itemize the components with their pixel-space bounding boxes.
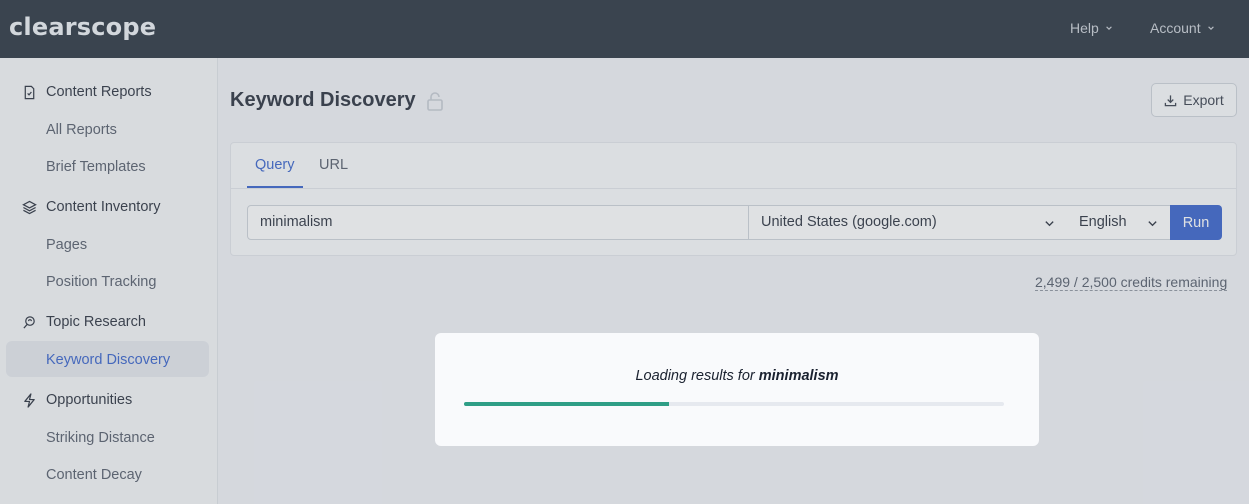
modal-overlay: Loading results for minimalism [0,0,1249,504]
loading-text: Loading results for minimalism [435,368,1039,384]
progress-bar [464,402,1004,406]
loading-term: minimalism [758,368,839,384]
progress-fill [464,402,670,406]
loading-prefix: Loading results for [635,368,759,384]
loading-modal: Loading results for minimalism [435,333,1039,446]
